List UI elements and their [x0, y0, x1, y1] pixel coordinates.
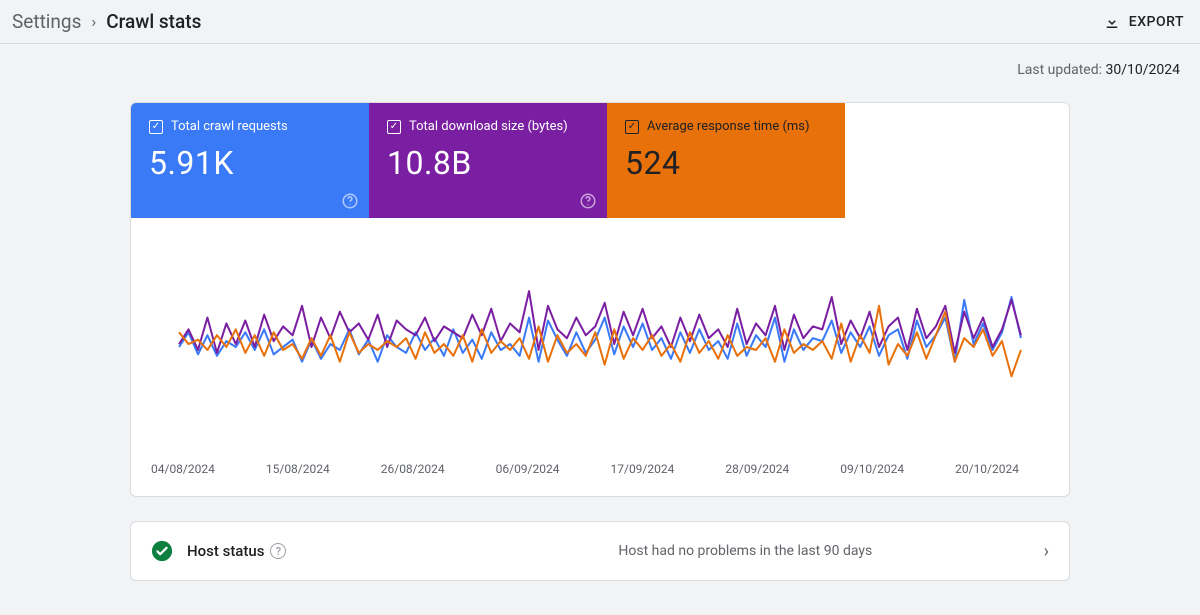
breadcrumb-current: Crawl stats [106, 10, 201, 33]
chevron-right-icon: › [91, 12, 96, 31]
x-tick: 28/09/2024 [725, 462, 789, 476]
metric-total-requests[interactable]: ✓ Total crawl requests 5.91K [131, 103, 369, 218]
metric-value: 10.8B [387, 144, 589, 182]
header: Settings › Crawl stats EXPORT [0, 0, 1200, 43]
help-icon[interactable]: ? [270, 543, 286, 559]
chevron-right-icon: › [1044, 541, 1049, 562]
crawl-stats-chart [149, 242, 1051, 452]
metric-label-row: ✓ Average response time (ms) [625, 119, 827, 134]
metric-label: Average response time (ms) [647, 119, 810, 134]
checkbox-checked-icon[interactable]: ✓ [625, 120, 639, 134]
metric-download-size[interactable]: ✓ Total download size (bytes) 10.8B [369, 103, 607, 218]
x-tick: 26/08/2024 [381, 462, 445, 476]
status-ok-icon [151, 540, 173, 562]
x-tick: 04/08/2024 [151, 462, 215, 476]
crawl-stats-card: ✓ Total crawl requests 5.91K ✓ Total dow… [130, 102, 1070, 497]
chart-x-axis: 04/08/2024 15/08/2024 26/08/2024 06/09/2024… [131, 452, 1069, 496]
last-updated-date: 30/10/2024 [1106, 62, 1181, 78]
metric-label-row: ✓ Total download size (bytes) [387, 119, 589, 134]
metric-value: 524 [625, 144, 827, 182]
checkbox-checked-icon[interactable]: ✓ [387, 120, 401, 134]
export-label: EXPORT [1129, 14, 1184, 30]
x-tick: 09/10/2024 [840, 462, 904, 476]
x-tick: 20/10/2024 [955, 462, 1019, 476]
checkbox-checked-icon[interactable]: ✓ [149, 120, 163, 134]
metric-label-row: ✓ Total crawl requests [149, 119, 351, 134]
host-status-title: Host status ? [187, 542, 447, 560]
metric-row: ✓ Total crawl requests 5.91K ✓ Total dow… [131, 103, 1069, 218]
help-icon[interactable] [341, 192, 359, 210]
export-button[interactable]: EXPORT [1103, 13, 1184, 31]
breadcrumb: Settings › Crawl stats [12, 10, 201, 33]
breadcrumb-settings[interactable]: Settings [12, 10, 81, 33]
x-tick: 15/08/2024 [266, 462, 330, 476]
last-updated-prefix: Last updated: [1017, 62, 1105, 78]
host-status-card[interactable]: Host status ? Host had no problems in th… [130, 521, 1070, 581]
help-icon[interactable] [817, 192, 835, 210]
host-status-message: Host had no problems in the last 90 days [461, 543, 1030, 559]
metric-value: 5.91K [149, 144, 351, 182]
metric-label: Total crawl requests [171, 119, 288, 134]
metric-label: Total download size (bytes) [409, 119, 568, 134]
help-icon[interactable] [579, 192, 597, 210]
chart-area [131, 218, 1069, 452]
last-updated: Last updated: 30/10/2024 [0, 44, 1200, 78]
host-status-title-text: Host status [187, 542, 264, 560]
download-icon [1103, 13, 1121, 31]
x-tick: 17/09/2024 [611, 462, 675, 476]
content: ✓ Total crawl requests 5.91K ✓ Total dow… [0, 78, 1200, 615]
x-tick: 06/09/2024 [496, 462, 560, 476]
metric-response-time[interactable]: ✓ Average response time (ms) 524 [607, 103, 845, 218]
